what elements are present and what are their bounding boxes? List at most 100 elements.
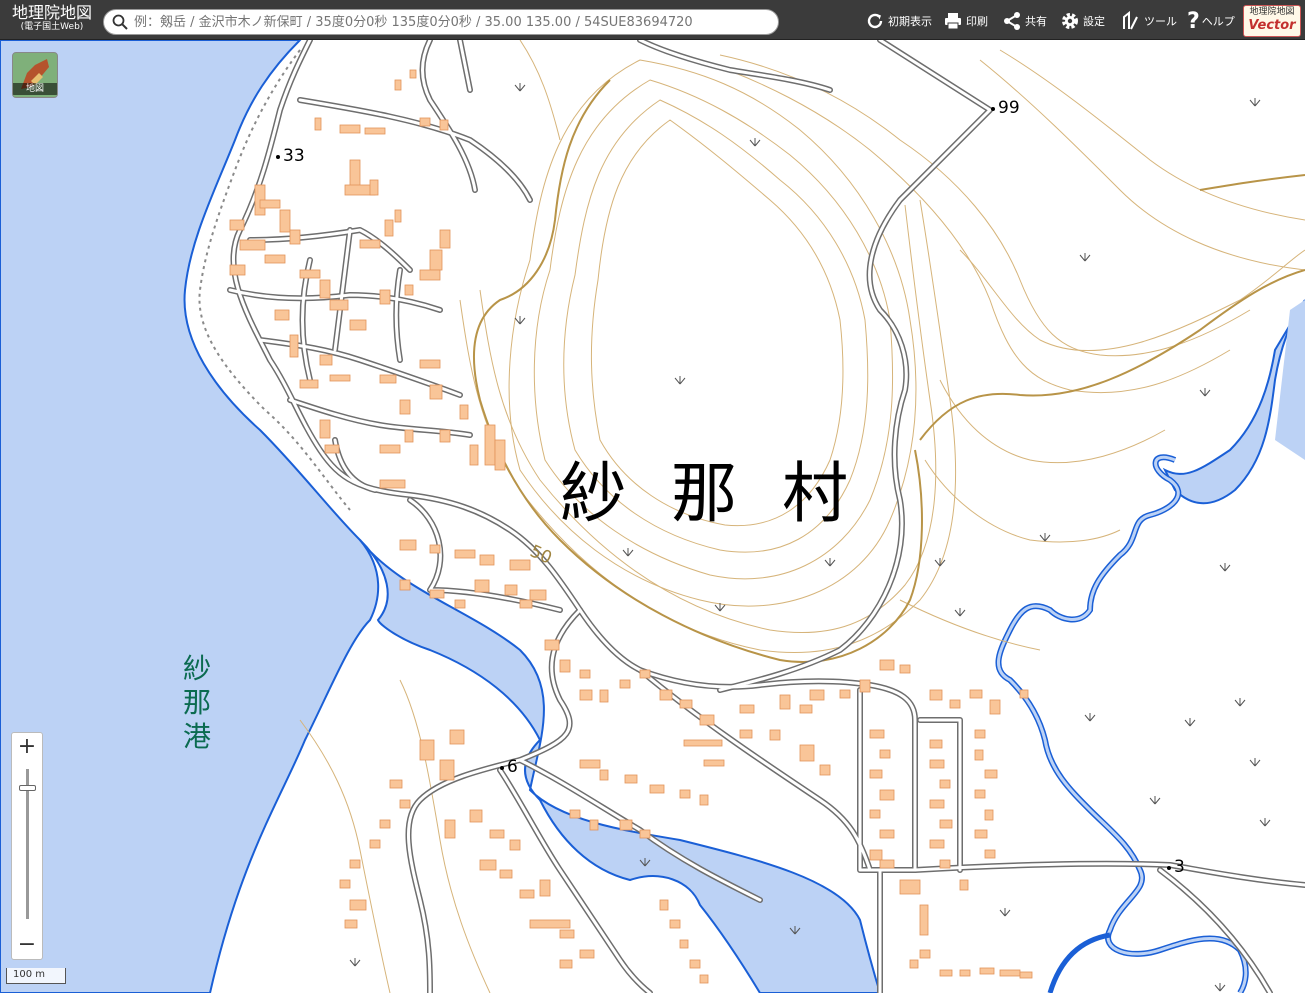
building bbox=[929, 689, 943, 701]
building bbox=[349, 899, 367, 911]
building bbox=[974, 749, 984, 761]
building bbox=[619, 819, 633, 831]
search-icon bbox=[112, 14, 128, 30]
river-lower bbox=[1047, 932, 1111, 993]
building bbox=[349, 319, 367, 331]
vegetation-mark bbox=[1214, 983, 1226, 992]
vegetation-mark bbox=[1079, 253, 1091, 262]
vegetation-mark bbox=[954, 608, 966, 617]
building bbox=[429, 589, 445, 599]
building bbox=[299, 379, 319, 389]
building bbox=[429, 384, 443, 400]
building bbox=[519, 889, 535, 899]
layer-select-button[interactable]: 地図 bbox=[12, 52, 58, 98]
zoom-slider-knob[interactable] bbox=[19, 785, 36, 791]
building bbox=[419, 117, 431, 127]
building bbox=[369, 839, 381, 849]
building bbox=[344, 919, 358, 929]
building bbox=[929, 839, 945, 849]
building bbox=[394, 209, 402, 223]
building bbox=[579, 669, 591, 679]
tool-button[interactable]: ツール bbox=[1121, 9, 1177, 33]
building bbox=[439, 119, 449, 131]
building bbox=[699, 974, 709, 984]
settings-button[interactable]: 設定 bbox=[1060, 9, 1105, 33]
vegetation-mark bbox=[1149, 796, 1161, 805]
building bbox=[869, 849, 883, 861]
building bbox=[429, 544, 441, 554]
building bbox=[939, 969, 953, 977]
building bbox=[379, 819, 391, 829]
building bbox=[329, 374, 351, 382]
building bbox=[349, 859, 361, 869]
building bbox=[974, 829, 988, 839]
building bbox=[419, 359, 441, 369]
building bbox=[389, 779, 403, 789]
building bbox=[879, 749, 891, 759]
building bbox=[379, 374, 397, 384]
building bbox=[454, 549, 476, 559]
print-button[interactable]: 印刷 bbox=[943, 9, 988, 33]
vegetation-mark bbox=[1184, 718, 1196, 727]
building bbox=[819, 764, 831, 776]
gsi-logo[interactable]: 地理院地図 (電子国土Web) bbox=[6, 4, 98, 38]
map-canvas[interactable]: 紗 那 村 紗那港 99 33 6 3 50 bbox=[0, 40, 1305, 993]
header-bar: 地理院地図 (電子国土Web) 初期表示 印刷 共有 bbox=[0, 0, 1305, 40]
building bbox=[289, 334, 299, 358]
building bbox=[689, 959, 701, 969]
help-button[interactable]: ? ヘルプ bbox=[1187, 9, 1235, 34]
building bbox=[683, 739, 723, 747]
building bbox=[379, 289, 391, 305]
elevation-point: 99 bbox=[991, 98, 1020, 118]
building bbox=[509, 559, 531, 571]
refresh-icon bbox=[867, 13, 883, 29]
building bbox=[929, 759, 945, 769]
building bbox=[929, 799, 945, 809]
building bbox=[969, 689, 983, 699]
share-icon bbox=[1004, 12, 1020, 30]
vegetation-mark bbox=[674, 376, 686, 385]
vector-logo[interactable]: 地理院地図 Vector bbox=[1243, 5, 1301, 37]
building bbox=[439, 229, 451, 249]
building bbox=[579, 689, 593, 701]
vegetation-mark bbox=[1084, 713, 1096, 722]
building bbox=[439, 759, 455, 781]
village-label: 紗 那 村 bbox=[560, 455, 860, 532]
initial-view-button[interactable]: 初期表示 bbox=[865, 9, 932, 33]
building bbox=[679, 789, 691, 799]
print-label: 印刷 bbox=[966, 15, 988, 28]
vegetation-mark bbox=[1234, 698, 1246, 707]
building bbox=[404, 429, 414, 443]
building bbox=[439, 429, 451, 443]
initial-view-label: 初期表示 bbox=[888, 15, 932, 28]
building bbox=[959, 879, 969, 891]
search-box[interactable] bbox=[103, 9, 779, 35]
building bbox=[619, 679, 631, 689]
building bbox=[239, 239, 266, 251]
building bbox=[544, 639, 560, 651]
building bbox=[659, 689, 673, 701]
building bbox=[319, 279, 331, 299]
zoom-in-button[interactable]: + bbox=[12, 733, 42, 761]
building bbox=[299, 269, 321, 279]
building bbox=[384, 219, 394, 237]
building bbox=[624, 774, 638, 784]
zoom-slider-track[interactable] bbox=[26, 769, 29, 919]
building bbox=[649, 784, 665, 794]
building bbox=[484, 424, 496, 466]
building bbox=[479, 554, 495, 566]
building bbox=[319, 419, 331, 439]
vegetation-mark bbox=[514, 316, 526, 325]
share-button[interactable]: 共有 bbox=[1002, 9, 1047, 33]
logo-title: 地理院地図 bbox=[11, 3, 92, 22]
search-input[interactable] bbox=[134, 13, 770, 31]
vegetation-mark bbox=[1249, 758, 1261, 767]
share-label: 共有 bbox=[1025, 15, 1047, 28]
scale-bar: 100 m bbox=[6, 968, 66, 984]
building bbox=[469, 444, 479, 466]
zoom-out-button[interactable]: − bbox=[12, 931, 42, 959]
east-bay bbox=[1275, 300, 1305, 460]
building bbox=[859, 679, 871, 693]
building bbox=[909, 959, 919, 969]
building bbox=[279, 209, 291, 233]
